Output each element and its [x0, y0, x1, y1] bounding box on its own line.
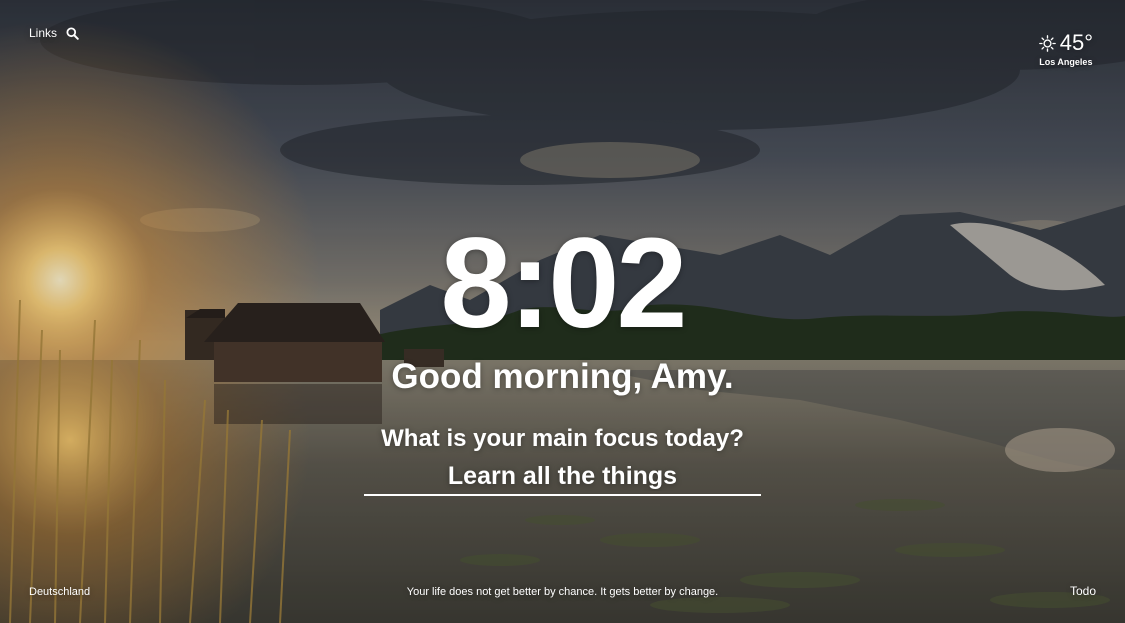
clock: 8:02	[440, 212, 687, 355]
links-bar: Links	[29, 26, 79, 40]
weather-current: 45°	[1038, 30, 1093, 56]
greeting[interactable]: Good morning, Amy.	[0, 355, 1125, 399]
search-icon[interactable]	[66, 26, 79, 40]
links-button[interactable]: Links	[29, 26, 57, 40]
quote: Your life does not get better by chance.…	[406, 586, 719, 598]
focus-input[interactable]	[364, 458, 761, 496]
todo-button[interactable]: Todo	[1070, 584, 1096, 598]
weather-widget[interactable]: 45° Los Angeles	[1038, 30, 1093, 67]
temperature: 45°	[1059, 30, 1093, 55]
weather-location: Los Angeles	[1039, 57, 1093, 67]
focus-question: What is your main focus today?	[381, 425, 744, 452]
sun-icon	[1038, 34, 1056, 52]
